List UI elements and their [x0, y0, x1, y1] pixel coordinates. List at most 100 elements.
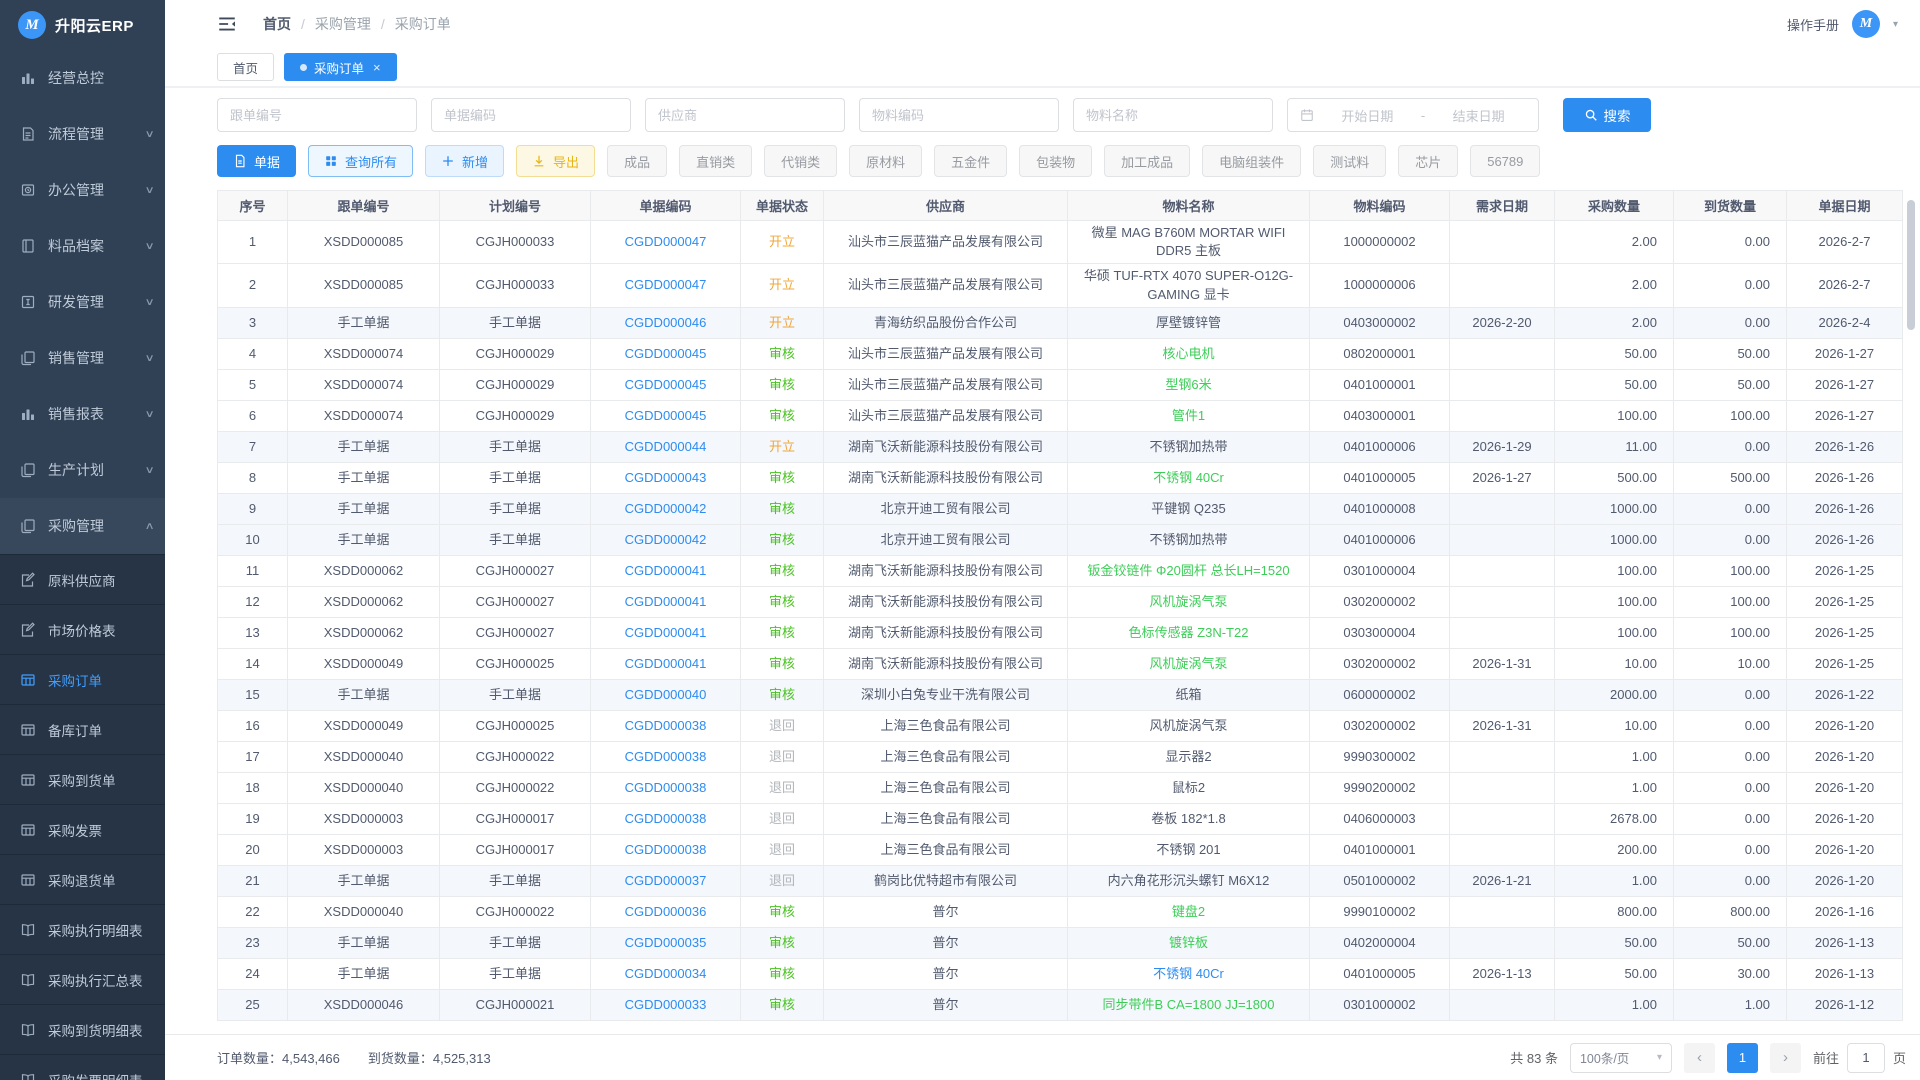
doc-no-link[interactable]: CGDD000041 — [625, 594, 707, 609]
chevron-down-icon[interactable]: ▾ — [1893, 19, 1898, 30]
doc-no-link[interactable]: CGDD000036 — [625, 904, 707, 919]
breadcrumb-home[interactable]: 首页 — [263, 14, 291, 34]
sidebar-item-purchase-management[interactable]: 采购管理∧ — [0, 498, 165, 554]
sidebar-item-process-management[interactable]: 流程管理∨ — [0, 106, 165, 162]
sidebar-item-stock-order[interactable]: 备库订单 — [0, 704, 165, 754]
export-button[interactable]: 导出 — [516, 145, 595, 177]
sidebar-item-purchase-invoice-detail[interactable]: 采购发票明细表 — [0, 1054, 165, 1080]
manual-link[interactable]: 操作手册 — [1787, 15, 1839, 34]
sidebar-item-purchase-invoice[interactable]: 采购发票 — [0, 804, 165, 854]
category-chip[interactable]: 测试料 — [1313, 145, 1386, 177]
doc-no-link[interactable]: CGDD000038 — [625, 718, 707, 733]
page-size-select[interactable]: 100条/页 ▾ — [1570, 1043, 1672, 1073]
document-button[interactable]: 单据 — [217, 145, 296, 177]
goto-page-input[interactable] — [1847, 1043, 1885, 1073]
sidebar-item-rd-management[interactable]: 研发管理∨ — [0, 274, 165, 330]
doc-no-link[interactable]: CGDD000034 — [625, 966, 707, 981]
sidebar-item-material-archives[interactable]: 料品档案∨ — [0, 218, 165, 274]
table-row[interactable]: 3手工单据手工单据CGDD000046开立青海纺织品股份合作公司厚壁镀锌管040… — [218, 307, 1903, 338]
item-name-input[interactable] — [1073, 98, 1273, 132]
doc-no-link[interactable]: CGDD000042 — [625, 532, 707, 547]
doc-no-link[interactable]: CGDD000043 — [625, 470, 707, 485]
doc-no-link[interactable]: CGDD000047 — [625, 277, 707, 292]
doc-no-link[interactable]: CGDD000038 — [625, 749, 707, 764]
sidebar-item-purchase-arrival[interactable]: 采购到货单 — [0, 754, 165, 804]
category-chip[interactable]: 加工成品 — [1104, 145, 1190, 177]
menu-fold-icon[interactable] — [217, 14, 237, 34]
category-chip[interactable]: 成品 — [607, 145, 667, 177]
table-row[interactable]: 23手工单据手工单据CGDD000035审核普尔镀锌板040200000450.… — [218, 927, 1903, 958]
doc-no-link[interactable]: CGDD000033 — [625, 997, 707, 1012]
table-row[interactable]: 18XSDD000040CGJH000022CGDD000038退回上海三色食品… — [218, 772, 1903, 803]
category-chip[interactable]: 包装物 — [1019, 145, 1092, 177]
doc-no-link[interactable]: CGDD000045 — [625, 377, 707, 392]
doc-no-link[interactable]: CGDD000037 — [625, 873, 707, 888]
table-row[interactable]: 19XSDD000003CGJH000017CGDD000038退回上海三色食品… — [218, 803, 1903, 834]
table-row[interactable]: 22XSDD000040CGJH000022CGDD000036审核普尔键盘29… — [218, 896, 1903, 927]
sidebar-item-purchase-exec-detail[interactable]: 采购执行明细表 — [0, 904, 165, 954]
table-row[interactable]: 13XSDD000062CGJH000027CGDD000041审核湖南飞沃新能… — [218, 617, 1903, 648]
doc-no-link[interactable]: CGDD000042 — [625, 501, 707, 516]
user-avatar[interactable]: M — [1852, 10, 1880, 38]
next-page-button[interactable]: › — [1770, 1043, 1801, 1073]
close-icon[interactable]: × — [373, 60, 381, 75]
current-page[interactable]: 1 — [1727, 1043, 1758, 1073]
vertical-scrollbar-thumb[interactable] — [1907, 200, 1915, 330]
doc-no-link[interactable]: CGDD000041 — [625, 656, 707, 671]
prev-page-button[interactable]: ‹ — [1684, 1043, 1715, 1073]
sidebar-item-purchase-return[interactable]: 采购退货单 — [0, 854, 165, 904]
category-chip[interactable]: 电脑组装件 — [1202, 145, 1301, 177]
doc-code-input[interactable] — [431, 98, 631, 132]
sidebar-item-production-plan[interactable]: 生产计划∨ — [0, 442, 165, 498]
table-row[interactable]: 15手工单据手工单据CGDD000040审核深圳小白兔专业干洗有限公司纸箱060… — [218, 679, 1903, 710]
table-row[interactable]: 8手工单据手工单据CGDD000043审核湖南飞沃新能源科技股份有限公司不锈钢 … — [218, 462, 1903, 493]
item-code-input[interactable] — [859, 98, 1059, 132]
table-row[interactable]: 24手工单据手工单据CGDD000034审核普尔不锈钢 40Cr04010000… — [218, 958, 1903, 989]
table-row[interactable]: 2XSDD000085CGJH000033CGDD000047开立汕头市三辰蓝猫… — [218, 264, 1903, 307]
query-all-button[interactable]: 查询所有 — [308, 145, 413, 177]
table-row[interactable]: 16XSDD000049CGJH000025CGDD000038退回上海三色食品… — [218, 710, 1903, 741]
category-chip[interactable]: 代销类 — [764, 145, 837, 177]
table-row[interactable]: 4XSDD000074CGJH000029CGDD000045审核汕头市三辰蓝猫… — [218, 338, 1903, 369]
date-range-picker[interactable]: 开始日期 - 结束日期 — [1287, 98, 1539, 132]
search-button[interactable]: 搜索 — [1563, 98, 1651, 132]
add-button[interactable]: 新增 — [425, 145, 504, 177]
table-row[interactable]: 25XSDD000046CGJH000021CGDD000033审核普尔同步带件… — [218, 989, 1903, 1020]
table-row[interactable]: 5XSDD000074CGJH000029CGDD000045审核汕头市三辰蓝猫… — [218, 369, 1903, 400]
doc-no-link[interactable]: CGDD000045 — [625, 408, 707, 423]
sidebar-item-raw-material-supplier[interactable]: 原料供应商 — [0, 554, 165, 604]
table-row[interactable]: 10手工单据手工单据CGDD000042审核北京开迪工贸有限公司不锈钢加热带04… — [218, 524, 1903, 555]
table-row[interactable]: 12XSDD000062CGJH000027CGDD000041审核湖南飞沃新能… — [218, 586, 1903, 617]
table-row[interactable]: 17XSDD000040CGJH000022CGDD000038退回上海三色食品… — [218, 741, 1903, 772]
sidebar-item-business-overview[interactable]: 经营总控 — [0, 50, 165, 106]
table-row[interactable]: 20XSDD000003CGJH000017CGDD000038退回上海三色食品… — [218, 834, 1903, 865]
doc-no-link[interactable]: CGDD000047 — [625, 234, 707, 249]
table-row[interactable]: 9手工单据手工单据CGDD000042审核北京开迪工贸有限公司平键钢 Q2350… — [218, 493, 1903, 524]
doc-no-link[interactable]: CGDD000038 — [625, 780, 707, 795]
category-chip[interactable]: 原材料 — [849, 145, 922, 177]
sidebar-item-market-price-list[interactable]: 市场价格表 — [0, 604, 165, 654]
sidebar-item-purchase-exec-summary[interactable]: 采购执行汇总表 — [0, 954, 165, 1004]
follow-no-input[interactable] — [217, 98, 417, 132]
supplier-input[interactable] — [645, 98, 845, 132]
doc-no-link[interactable]: CGDD000041 — [625, 625, 707, 640]
table-row[interactable]: 14XSDD000049CGJH000025CGDD000041审核湖南飞沃新能… — [218, 648, 1903, 679]
sidebar-item-office-management[interactable]: 办公管理∨ — [0, 162, 165, 218]
doc-no-link[interactable]: CGDD000044 — [625, 439, 707, 454]
breadcrumb-purchase-management[interactable]: 采购管理 — [315, 14, 371, 34]
sidebar-item-purchase-order[interactable]: 采购订单 — [0, 654, 165, 704]
doc-no-link[interactable]: CGDD000038 — [625, 842, 707, 857]
doc-no-link[interactable]: CGDD000040 — [625, 687, 707, 702]
category-chip[interactable]: 芯片 — [1398, 145, 1458, 177]
sidebar-item-sales-reports[interactable]: 销售报表∨ — [0, 386, 165, 442]
table-row[interactable]: 7手工单据手工单据CGDD000044开立湖南飞沃新能源科技股份有限公司不锈钢加… — [218, 431, 1903, 462]
category-chip[interactable]: 五金件 — [934, 145, 1007, 177]
tab-purchase-order[interactable]: 采购订单 × — [284, 53, 397, 81]
category-chip[interactable]: 直销类 — [679, 145, 752, 177]
sidebar-item-purchase-arrival-detail[interactable]: 采购到货明细表 — [0, 1004, 165, 1054]
category-chip[interactable]: 56789 — [1470, 145, 1540, 177]
sidebar-item-sales-management[interactable]: 销售管理∨ — [0, 330, 165, 386]
tab-home[interactable]: 首页 — [217, 53, 274, 81]
doc-no-link[interactable]: CGDD000046 — [625, 315, 707, 330]
table-row[interactable]: 21手工单据手工单据CGDD000037退回鹤岗比优特超市有限公司内六角花形沉头… — [218, 865, 1903, 896]
